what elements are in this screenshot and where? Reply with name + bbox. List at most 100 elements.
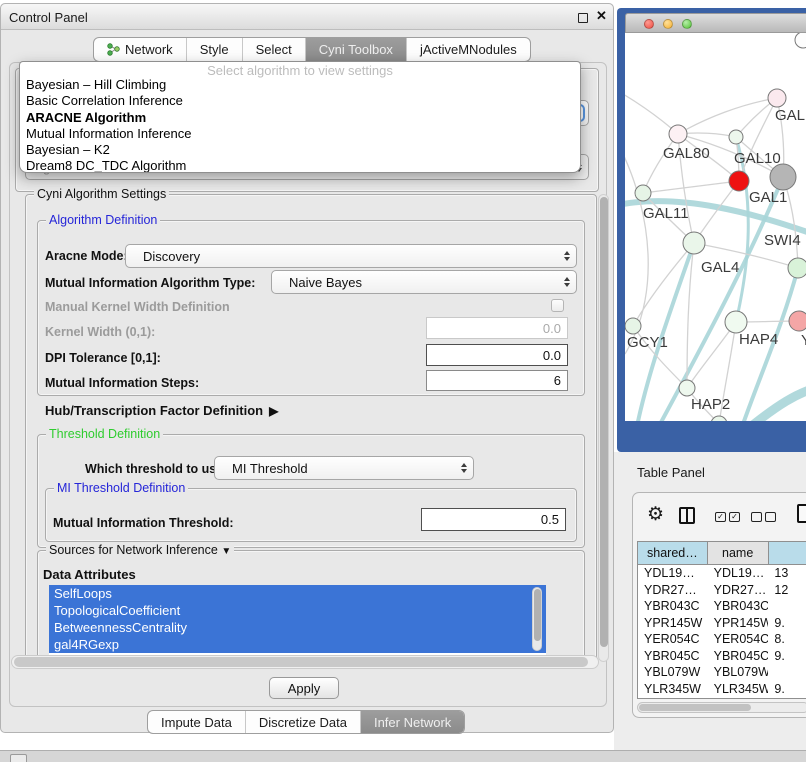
apply-button[interactable]: Apply bbox=[269, 677, 339, 699]
hub-definition-toggle[interactable]: Hub/Transcription Factor Definition▶ bbox=[45, 403, 278, 418]
mi-threshold-group-title: MI Threshold Definition bbox=[54, 481, 188, 495]
table-row[interactable]: YDR27…YDR27…12 bbox=[638, 582, 806, 599]
control-panel-tabbar: Network Style Select Cyni Toolbox jActiv… bbox=[93, 37, 531, 62]
network-node-SWI4[interactable] bbox=[788, 258, 806, 278]
table-cell: YER054C bbox=[638, 631, 708, 648]
which-threshold-label: Which threshold to use: bbox=[85, 462, 227, 476]
network-window-titlebar bbox=[625, 13, 806, 33]
table-row[interactable]: YBR045CYBR045C9. bbox=[638, 648, 806, 665]
tab-discretize-data[interactable]: Discretize Data bbox=[246, 711, 361, 733]
mi-type-combobox[interactable]: Naive Bayes bbox=[271, 270, 577, 294]
attribute-list-scrollbar[interactable] bbox=[532, 587, 542, 651]
manual-kernel-label: Manual Kernel Width Definition bbox=[45, 300, 230, 314]
tab-infer-network[interactable]: Infer Network bbox=[361, 711, 464, 733]
attribute-list-item[interactable]: gal4RGexp bbox=[49, 636, 546, 653]
close-traffic-light-icon[interactable] bbox=[644, 19, 654, 29]
sources-toggle[interactable]: Sources for Network Inference ▼ bbox=[46, 543, 234, 557]
control-panel-titlebar: Control Panel ✕ bbox=[1, 4, 613, 30]
data-attributes-label: Data Attributes bbox=[43, 567, 136, 582]
table-cell: YPR145W bbox=[708, 615, 769, 632]
settings-vertical-scrollbar[interactable] bbox=[598, 194, 609, 662]
minimize-traffic-light-icon[interactable] bbox=[663, 19, 673, 29]
threshold-definition-title: Threshold Definition bbox=[46, 427, 163, 441]
column-header-name[interactable]: name bbox=[708, 542, 769, 564]
tab-impute-data[interactable]: Impute Data bbox=[148, 711, 246, 733]
settings-horizontal-scrollbar[interactable] bbox=[11, 655, 599, 669]
network-node-GAL80[interactable] bbox=[669, 125, 687, 143]
table-cell: YIL052C bbox=[708, 697, 769, 699]
algorithm-option[interactable]: Bayesian – K2 bbox=[20, 142, 580, 158]
aracne-mode-combobox[interactable]: Discovery bbox=[125, 244, 577, 268]
algorithm-option[interactable]: Basic Correlation Inference bbox=[20, 93, 580, 109]
zoom-traffic-light-icon[interactable] bbox=[682, 19, 692, 29]
network-node-bottom-cut[interactable] bbox=[711, 416, 727, 421]
table-row[interactable]: YER054CYER054C8. bbox=[638, 631, 806, 648]
tab-network[interactable]: Network bbox=[94, 38, 187, 61]
algorithm-option[interactable]: Bayesian – Hill Climbing bbox=[20, 77, 580, 93]
tab-cyni-toolbox[interactable]: Cyni Toolbox bbox=[306, 38, 407, 61]
grip-icon[interactable] bbox=[10, 754, 27, 762]
show-unchecked-columns-icon[interactable] bbox=[751, 512, 776, 522]
network-node-label: GAL bbox=[775, 107, 805, 124]
table-cell: YBL079W bbox=[638, 664, 708, 681]
cyni-mode-tabbar: Impute Data Discretize Data Infer Networ… bbox=[147, 710, 465, 734]
float-window-icon[interactable] bbox=[578, 13, 588, 23]
network-node-label: GCY1 bbox=[627, 334, 668, 351]
network-node-HAP2[interactable] bbox=[679, 380, 695, 396]
mi-steps-field[interactable] bbox=[426, 370, 568, 391]
table-cell bbox=[768, 598, 806, 615]
tab-select[interactable]: Select bbox=[243, 38, 306, 61]
column-header-shared[interactable]: shared… bbox=[638, 542, 708, 564]
table-cell: YDR27… bbox=[708, 582, 769, 599]
algorithm-option[interactable]: Dream8 DC_TDC Algorithm bbox=[20, 158, 580, 173]
network-node-GAL11[interactable] bbox=[635, 185, 651, 201]
network-canvas[interactable]: GALGAL80GAL10GAL1GAL11SWI4GAL4GCY1HAP4YH… bbox=[625, 33, 806, 421]
network-node-label: GAL11 bbox=[643, 205, 689, 222]
network-node-GAL1[interactable] bbox=[729, 171, 749, 191]
attribute-list-item[interactable]: SelfLoops bbox=[49, 585, 546, 602]
network-node-top-cut[interactable] bbox=[795, 33, 806, 48]
table-horizontal-scrollbar[interactable] bbox=[637, 702, 806, 713]
close-icon[interactable]: ✕ bbox=[596, 8, 607, 24]
network-node-label: GAL4 bbox=[701, 259, 739, 276]
table-cell bbox=[768, 664, 806, 681]
table-row[interactable]: YIL052CYIL052C9 bbox=[638, 697, 806, 699]
table-cell: YBR043C bbox=[708, 598, 769, 615]
aracne-mode-label: Aracne Mode: bbox=[45, 249, 128, 263]
tab-style[interactable]: Style bbox=[187, 38, 243, 61]
algorithm-option[interactable]: Mutual Information Inference bbox=[20, 126, 580, 142]
network-node-hub-gray[interactable] bbox=[770, 164, 796, 190]
network-node-GAL4[interactable] bbox=[683, 232, 705, 254]
gear-icon[interactable]: ⚙ bbox=[647, 503, 664, 526]
network-node-Y-pink[interactable] bbox=[789, 311, 806, 331]
table-cell: 9 bbox=[768, 697, 806, 699]
network-node-label: HAP4 bbox=[739, 331, 778, 348]
column-header-cut[interactable] bbox=[769, 542, 806, 564]
columns-icon[interactable] bbox=[679, 507, 695, 524]
show-checked-columns-icon[interactable]: ✓✓ bbox=[715, 512, 740, 522]
network-node-HAP4[interactable] bbox=[725, 311, 747, 333]
attribute-list-item[interactable]: TopologicalCoefficient bbox=[49, 602, 546, 619]
network-node-label: GAL1 bbox=[749, 189, 787, 206]
table-row[interactable]: YPR145WYPR145W9. bbox=[638, 615, 806, 632]
table-row[interactable]: YBL079WYBL079W bbox=[638, 664, 806, 681]
attribute-list-item[interactable]: BetweennessCentrality bbox=[49, 619, 546, 636]
table-row[interactable]: YDL19…YDL19…13 bbox=[638, 565, 806, 582]
tab-jactivemnodules[interactable]: jActiveMNodules bbox=[407, 38, 530, 61]
which-threshold-combobox[interactable]: MI Threshold bbox=[214, 456, 474, 480]
network-node-GAL10[interactable] bbox=[729, 130, 743, 144]
table-cell: 9. bbox=[768, 615, 806, 632]
algorithm-option[interactable]: ARACNE Algorithm bbox=[20, 110, 580, 126]
table-row[interactable]: YLR345WYLR345W9. bbox=[638, 681, 806, 698]
table-row[interactable]: YBR043CYBR043C bbox=[638, 598, 806, 615]
dropdown-placeholder: Select algorithm to view settings bbox=[20, 63, 580, 77]
manual-kernel-checkbox[interactable] bbox=[551, 299, 564, 312]
network-node-GCY1[interactable] bbox=[625, 318, 641, 334]
kernel-width-field[interactable] bbox=[426, 317, 568, 339]
network-node-GAL[interactable] bbox=[768, 89, 786, 107]
document-icon[interactable] bbox=[797, 504, 806, 523]
table-header-row: shared… name bbox=[638, 542, 806, 565]
mi-threshold-field[interactable] bbox=[421, 508, 566, 531]
dpi-tolerance-field[interactable] bbox=[426, 344, 568, 366]
combo-arrows-icon bbox=[564, 251, 570, 261]
